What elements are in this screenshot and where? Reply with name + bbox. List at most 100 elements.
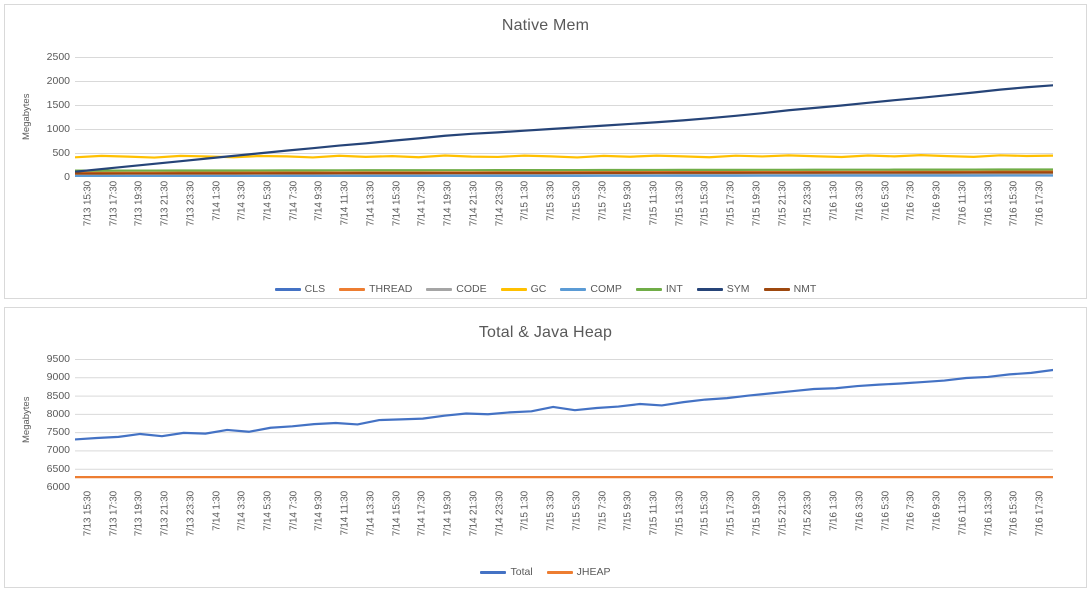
x-tick-label-text: 7/14 9:30	[313, 181, 325, 221]
x-tick-label: 7/13 15:30	[75, 181, 101, 247]
x-tick-label-text: 7/14 19:30	[442, 491, 454, 537]
x-tick-label-text: 7/16 17:30	[1034, 491, 1046, 537]
x-tick-label-text: 7/15 9:30	[622, 181, 634, 221]
series-line-sym	[75, 84, 1053, 173]
x-tick-label: 7/13 19:30	[126, 491, 152, 557]
x-tick-label: 7/14 13:30	[358, 181, 384, 247]
x-tick-label: 7/16 3:30	[847, 181, 873, 247]
x-tick-label-text: 7/14 1:30	[211, 181, 223, 221]
x-tick-label: 7/14 21:30	[461, 181, 487, 247]
x-tick-label-text: 7/13 21:30	[159, 181, 171, 227]
x-tick-label: 7/13 17:30	[101, 181, 127, 247]
x-tick-label: 7/15 9:30	[615, 491, 641, 557]
legend-line-icon	[339, 287, 366, 291]
x-tick-label: 7/15 7:30	[590, 491, 616, 557]
x-tick-label: 7/14 19:30	[435, 181, 461, 247]
chart-title-total-java-heap: Total & Java Heap	[478, 324, 613, 341]
legend-label: INT	[665, 283, 683, 295]
plot-area-total-java-heap	[75, 359, 1053, 487]
legend-item-nmt[interactable]: NMT	[763, 283, 817, 295]
legend-native-mem[interactable]: CLS THREAD CODE GC COMP INT SYM NMT	[5, 283, 1086, 295]
legend-label: SYM	[726, 283, 750, 295]
x-tick-label-text: 7/13 17:30	[108, 181, 120, 227]
x-tick-label-text: 7/15 23:30	[802, 181, 814, 227]
x-tick-label: 7/14 9:30	[307, 181, 333, 247]
legend-item-cls[interactable]: CLS	[274, 283, 326, 295]
x-tick-label: 7/15 15:30	[693, 491, 719, 557]
x-tick-label-text: 7/15 7:30	[597, 491, 609, 531]
chart-panel-total-java-heap[interactable]: Total & Java Heap Megabytes 6000 6500 7000…	[4, 307, 1087, 588]
series-line-total	[75, 368, 1053, 441]
legend-label: CLS	[304, 283, 326, 295]
x-tick-label-text: 7/15 15:30	[699, 181, 711, 227]
x-tick-label-text: 7/14 11:30	[339, 181, 351, 226]
x-tick-label-text: 7/16 7:30	[905, 491, 917, 531]
x-tick-label-text: 7/15 1:30	[519, 491, 531, 531]
legend-total-java-heap[interactable]: Total JHEAP	[5, 566, 1086, 578]
x-tick-label: 7/13 15:30	[75, 491, 101, 557]
x-tick-label-text: 7/16 5:30	[880, 181, 892, 221]
x-tick-label-text: 7/14 15:30	[391, 181, 403, 227]
x-tick-label: 7/15 3:30	[538, 491, 564, 557]
y-tick-label: 9000	[46, 371, 70, 384]
x-tick-label-text: 7/14 11:30	[339, 491, 351, 536]
legend-item-gc[interactable]: GC	[500, 283, 547, 295]
x-tick-label: 7/16 17:30	[1027, 491, 1053, 557]
x-tick-label: 7/15 19:30	[744, 491, 770, 557]
y-tick-label: 7500	[46, 426, 70, 439]
legend-item-sym[interactable]: SYM	[696, 283, 750, 295]
legend-label: COMP	[590, 283, 622, 295]
x-tick-label-text: 7/13 19:30	[133, 491, 145, 537]
x-tick-label: 7/15 17:30	[718, 181, 744, 247]
x-tick-label: 7/15 15:30	[693, 181, 719, 247]
x-tick-label: 7/14 13:30	[358, 491, 384, 557]
x-tick-label: 7/16 7:30	[899, 491, 925, 557]
x-tick-label: 7/16 15:30	[1001, 181, 1027, 247]
legend-item-code[interactable]: CODE	[426, 283, 487, 295]
x-tick-label: 7/15 21:30	[770, 491, 796, 557]
x-tick-label-text: 7/14 17:30	[416, 181, 428, 227]
chart-panel-native-mem[interactable]: Native Mem Megabytes 0 500 1000 1500 2000 250…	[4, 4, 1087, 299]
x-tick-label-text: 7/16 3:30	[854, 181, 866, 221]
legend-label: GC	[530, 283, 547, 295]
y-tick-label: 500	[52, 147, 70, 159]
legend-label: NMT	[793, 283, 817, 295]
x-tick-label-text: 7/14 7:30	[288, 491, 300, 531]
x-tick-label-text: 7/16 13:30	[983, 491, 995, 537]
legend-line-icon	[546, 570, 573, 574]
x-tick-label-text: 7/14 15:30	[391, 491, 403, 537]
x-tick-label: 7/16 17:30	[1027, 181, 1053, 247]
x-axis-labels-native-mem: 7/13 15:30 7/13 17:30 7/13 19:30 7/13 21:30…	[75, 181, 1053, 247]
x-tick-label-text: 7/15 15:30	[699, 491, 711, 537]
legend-line-icon	[635, 287, 662, 291]
x-tick-label: 7/14 3:30	[229, 181, 255, 247]
legend-item-int[interactable]: INT	[635, 283, 683, 295]
legend-line-icon	[696, 287, 723, 291]
x-tick-label-text: 7/16 9:30	[931, 181, 943, 221]
legend-item-total[interactable]: Total	[480, 566, 533, 578]
x-tick-label: 7/16 1:30	[821, 181, 847, 247]
x-tick-label-text: 7/14 21:30	[468, 181, 480, 227]
x-tick-label: 7/15 23:30	[796, 181, 822, 247]
x-tick-label-text: 7/15 17:30	[725, 491, 737, 537]
x-tick-label-text: 7/13 23:30	[185, 491, 197, 537]
y-tick-label: 6500	[46, 462, 70, 475]
legend-item-thread[interactable]: THREAD	[339, 283, 412, 295]
x-tick-label: 7/16 9:30	[924, 181, 950, 247]
y-tick-label: 9500	[46, 353, 70, 365]
x-tick-label-text: 7/14 5:30	[262, 181, 274, 221]
y-tick-label: 7000	[46, 444, 70, 457]
x-tick-label-text: 7/15 7:30	[597, 181, 609, 221]
legend-item-comp[interactable]: COMP	[560, 283, 622, 295]
x-tick-label: 7/14 9:30	[307, 491, 333, 557]
legend-item-jheap[interactable]: JHEAP	[546, 566, 611, 578]
legend-line-icon	[426, 287, 453, 291]
x-tick-label: 7/16 1:30	[821, 491, 847, 557]
x-tick-label: 7/13 21:30	[152, 491, 178, 557]
x-tick-label-text: 7/16 13:30	[983, 181, 995, 227]
x-tick-label-text: 7/15 19:30	[751, 491, 763, 537]
x-tick-label-text: 7/13 23:30	[185, 181, 197, 227]
x-tick-label-text: 7/15 11:30	[648, 491, 660, 536]
x-tick-label: 7/14 5:30	[255, 491, 281, 557]
x-tick-label-text: 7/16 15:30	[1008, 491, 1020, 537]
